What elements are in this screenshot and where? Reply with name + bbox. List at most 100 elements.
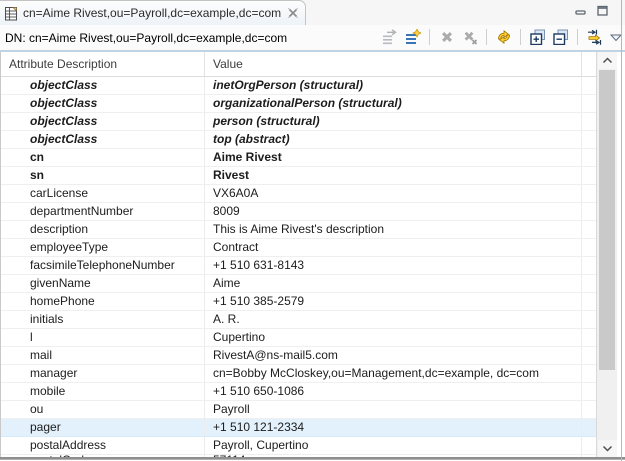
table-row[interactable]: departmentNumber8009 [1,203,597,221]
table-row[interactable]: cnAime Rivest [1,149,597,167]
attribute-cell: objectClass [1,95,205,112]
table-row[interactable]: managercn=Bobby McCloskey,ou=Management,… [1,365,597,383]
spacer-cell [582,383,597,400]
attribute-cell: pager [1,419,205,436]
refresh-button[interactable] [495,29,512,46]
collapse-all-button[interactable] [552,29,569,46]
delete-button[interactable] [438,29,455,46]
attribute-cell: manager [1,365,205,382]
scroll-up-button[interactable] [598,52,617,69]
spacer-cell [582,203,597,220]
delete-all-button[interactable] [461,29,478,46]
minimize-icon[interactable] [574,4,587,17]
table-row[interactable]: objectClasstop (abstract) [1,131,597,149]
table-row[interactable]: givenNameAime [1,275,597,293]
toolbar-separator [520,29,521,45]
table-header: Attribute Description Value [1,52,597,77]
value-cell: organizationalPerson (structural) [205,95,582,112]
table-row[interactable]: snRivest [1,167,597,185]
edit-value-button[interactable] [381,29,398,46]
toolbar-separator [429,29,430,45]
collapse-all-icon [553,29,569,45]
value-cell: Contract [205,239,582,256]
spacer-cell [582,293,597,310]
table-row[interactable]: postalAddressPayroll, Cupertino [1,437,597,455]
value-cell: inetOrgPerson (structural) [205,77,582,94]
column-header-spacer [582,52,597,76]
table-row[interactable]: facsimileTelephoneNumber+1 510 631-8143 [1,257,597,275]
value-cell: Aime [205,275,582,292]
tab-entry-editor[interactable]: cn=Aime Rivest,ou=Payroll,dc=example,dc=… [0,0,306,25]
spacer-cell [582,311,597,328]
scroll-down-button[interactable] [598,440,617,457]
spacer-cell [582,365,597,382]
dn-bar: DN: cn=Aime Rivest,ou=Payroll,dc=example… [0,25,625,52]
attribute-cell: employeeType [1,239,205,256]
delete-icon [439,29,455,45]
spacer-cell [582,239,597,256]
value-cell: top (abstract) [205,131,582,148]
table-row[interactable]: pager+1 510 121-2334 [1,419,597,437]
value-cell: +1 510 631-8143 [205,257,582,274]
table-row[interactable]: objectClassorganizationalPerson (structu… [1,95,597,113]
table-row[interactable]: descriptionThis is Aime Rivest's descrip… [1,221,597,239]
spacer-cell [582,401,597,418]
spacer-cell [582,347,597,364]
attribute-cell: objectClass [1,77,205,94]
value-cell: RivestA@ns-mail5.com [205,347,582,364]
table-body: objectClassinetOrgPerson (structural)obj… [1,77,597,457]
close-icon[interactable] [287,7,299,19]
table-row[interactable]: mailRivestA@ns-mail5.com [1,347,597,365]
dn-label: DN: cn=Aime Rivest,ou=Payroll,dc=example… [0,31,287,45]
editor-tab-strip: cn=Aime Rivest,ou=Payroll,dc=example,dc=… [0,0,625,25]
spacer-cell [582,329,597,346]
spacer-cell [582,77,597,94]
attribute-cell: objectClass [1,113,205,130]
refresh-icon [496,29,512,45]
maximize-icon[interactable] [596,4,609,17]
column-header-attribute-description[interactable]: Attribute Description [1,52,205,76]
value-cell: Aime Rivest [205,149,582,166]
attribute-cell: l [1,329,205,346]
attribute-cell: carLicense [1,185,205,202]
scrollbar-thumb[interactable] [599,70,615,370]
bottom-border [0,457,625,460]
fetch-operational-attributes-button[interactable] [586,29,603,46]
toolbar-separator [486,29,487,45]
spacer-cell [582,113,597,130]
edit-value-icon [382,29,398,45]
expand-all-button[interactable] [529,29,546,46]
vertical-scrollbar[interactable] [596,52,617,457]
value-cell: Rivest [205,167,582,184]
value-cell: cn=Bobby McCloskey,ou=Management,dc=exam… [205,365,582,382]
value-cell: Payroll [205,401,582,418]
table-row[interactable]: initialsA. R. [1,311,597,329]
table-row[interactable]: objectClassinetOrgPerson (structural) [1,77,597,95]
table-row[interactable]: employeeTypeContract [1,239,597,257]
value-cell: +1 510 650-1086 [205,383,582,400]
table-row[interactable]: mobile+1 510 650-1086 [1,383,597,401]
right-border [621,0,622,461]
spacer-cell [582,257,597,274]
chevron-down-icon [602,445,613,452]
column-header-value[interactable]: Value [205,52,582,76]
table-row[interactable]: lCupertino [1,329,597,347]
spacer-cell [582,221,597,238]
attribute-cell: mail [1,347,205,364]
expand-all-icon [530,29,546,45]
table-row[interactable]: homePhone+1 510 385-2579 [1,293,597,311]
attribute-cell: homePhone [1,293,205,310]
table-row[interactable]: ouPayroll [1,401,597,419]
table-row[interactable]: objectClassperson (structural) [1,113,597,131]
fetch-operational-attributes-icon [587,29,603,45]
attribute-cell: cn [1,149,205,166]
entry-editor-icon [5,6,18,21]
attribute-cell: mobile [1,383,205,400]
value-cell: A. R. [205,311,582,328]
value-cell: VX6A0A [205,185,582,202]
spacer-cell [582,95,597,112]
table-row[interactable]: carLicenseVX6A0A [1,185,597,203]
attribute-cell: description [1,221,205,238]
new-attribute-button[interactable] [404,29,421,46]
spacer-cell [582,437,597,454]
